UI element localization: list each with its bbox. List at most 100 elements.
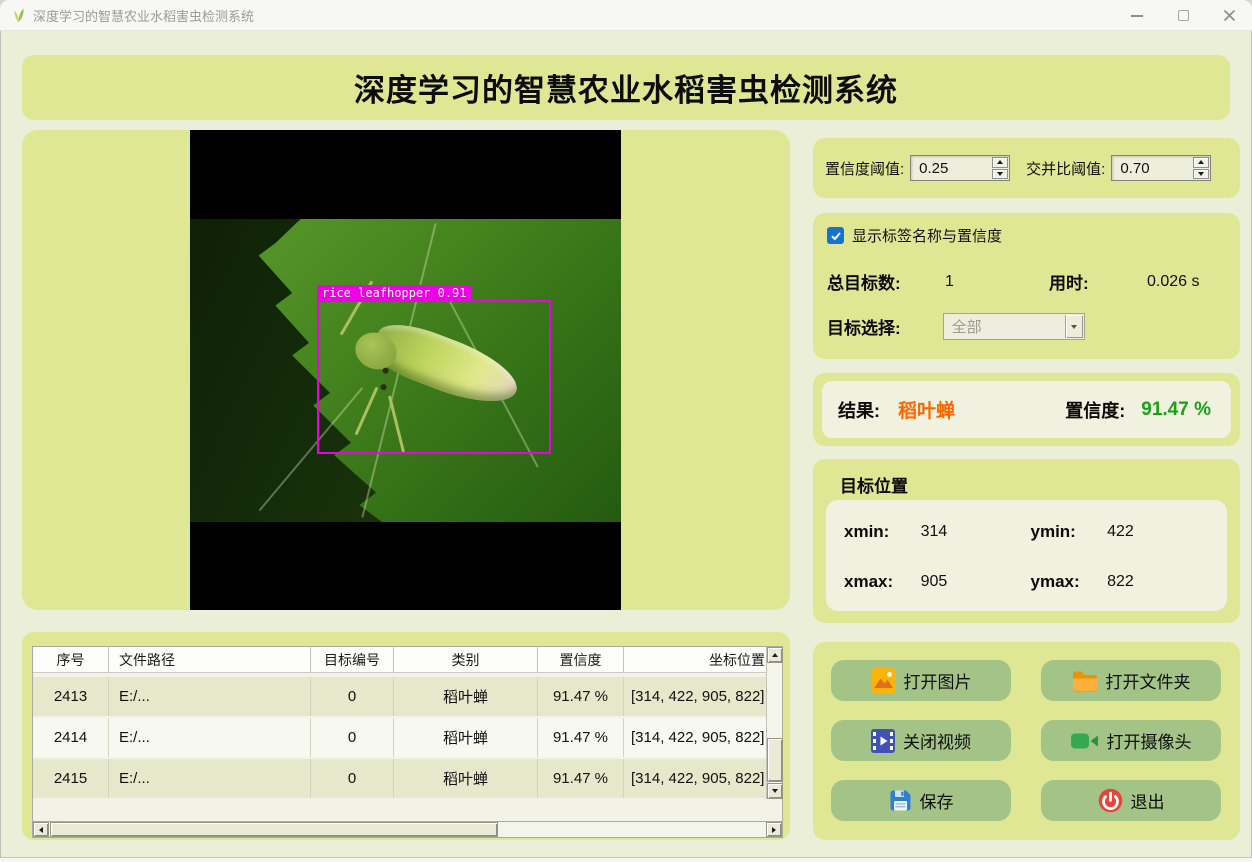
arrow-left-icon bbox=[39, 827, 43, 833]
scroll-right-button[interactable] bbox=[766, 822, 782, 837]
table-row[interactable]: 2415 E:/... 0 稻叶蝉 91.47 % [314, 422, 905… bbox=[33, 759, 767, 798]
exit-label: 退出 bbox=[1131, 788, 1165, 813]
window-title: 深度学习的智慧农业水稻害虫检测系统 bbox=[33, 6, 254, 25]
app-window: 深度学习的智慧农业水稻害虫检测系统 深度学习的智慧农业水稻害虫检测系统 bbox=[0, 0, 1252, 862]
dropdown-arrow-button[interactable] bbox=[1065, 315, 1083, 338]
image-display-panel: rice leafhopper 0.91 bbox=[22, 130, 790, 610]
open-image-button[interactable]: 打开图片 bbox=[831, 660, 1011, 701]
header-banner: 深度学习的智慧农业水稻害虫检测系统 bbox=[22, 55, 1230, 120]
target-position-box: xmin: 314 ymin: 422 xmax: 905 ymax: 822 bbox=[826, 500, 1227, 611]
arrow-up-icon bbox=[997, 160, 1003, 164]
titlebar: 深度学习的智慧农业水稻害虫检测系统 bbox=[0, 0, 1252, 31]
cell-coordinates: [314, 422, 905, 822] bbox=[624, 718, 767, 757]
results-table: 序号 文件路径 目标编号 类别 置信度 坐标位置 2413 E:/... 0 稻… bbox=[32, 646, 783, 822]
cell-index: 2413 bbox=[33, 677, 109, 716]
result-confidence-label: 置信度: bbox=[1065, 397, 1125, 423]
close-button[interactable] bbox=[1206, 0, 1252, 31]
cell-index: 2414 bbox=[33, 718, 109, 757]
power-icon bbox=[1098, 788, 1123, 813]
scroll-up-button[interactable] bbox=[767, 647, 783, 663]
open-folder-button[interactable]: 打开文件夹 bbox=[1041, 660, 1221, 701]
cell-target-id: 0 bbox=[311, 677, 394, 716]
cell-class: 稻叶蝉 bbox=[394, 677, 538, 716]
app-leaf-icon bbox=[12, 7, 25, 23]
confidence-spin-down-button[interactable] bbox=[992, 169, 1008, 180]
detection-image-viewer[interactable]: rice leafhopper 0.91 bbox=[190, 130, 621, 610]
show-labels-checkbox[interactable] bbox=[827, 227, 844, 244]
column-header-filepath[interactable]: 文件路径 bbox=[109, 647, 311, 672]
open-camera-button[interactable]: 打开摄像头 bbox=[1041, 720, 1221, 761]
column-header-confidence[interactable]: 置信度 bbox=[538, 647, 624, 672]
video-film-icon bbox=[871, 729, 895, 753]
result-box: 结果: 稻叶蝉 置信度: 91.47 % bbox=[822, 381, 1231, 438]
arrow-down-icon bbox=[1198, 172, 1204, 176]
elapsed-time-value: 0.026 s bbox=[1121, 273, 1199, 291]
iou-threshold-label: 交并比阈值: bbox=[1026, 158, 1105, 179]
arrow-down-icon bbox=[997, 172, 1003, 176]
cell-filepath: E:/... bbox=[109, 677, 311, 716]
confidence-spin-up-button[interactable] bbox=[992, 157, 1008, 168]
cell-confidence: 91.47 % bbox=[538, 677, 624, 716]
close-video-button[interactable]: 关闭视频 bbox=[831, 720, 1011, 761]
exit-button[interactable]: 退出 bbox=[1041, 780, 1221, 821]
cell-target-id: 0 bbox=[311, 759, 394, 798]
column-header-class[interactable]: 类别 bbox=[394, 647, 538, 672]
result-panel: 结果: 稻叶蝉 置信度: 91.47 % bbox=[813, 373, 1240, 446]
arrow-down-icon bbox=[772, 789, 778, 793]
save-label: 保存 bbox=[920, 788, 954, 813]
show-labels-checkbox-label: 显示标签名称与置信度 bbox=[852, 225, 1002, 246]
minimize-icon bbox=[1131, 15, 1143, 17]
confidence-threshold-value: 0.25 bbox=[911, 160, 948, 177]
cell-coordinates: [314, 422, 905, 822] bbox=[624, 677, 767, 716]
arrow-right-icon bbox=[772, 827, 776, 833]
iou-spin-up-button[interactable] bbox=[1193, 157, 1209, 168]
table-header-row: 序号 文件路径 目标编号 类别 置信度 坐标位置 bbox=[33, 647, 767, 673]
table-h-scrollbar[interactable] bbox=[32, 822, 783, 838]
actions-panel: 打开图片 打开文件夹 关闭视频 打开摄像头 bbox=[813, 642, 1240, 840]
thresholds-panel: 置信度阈值: 0.25 交并比阈值: 0.70 bbox=[813, 138, 1240, 198]
column-header-target-id[interactable]: 目标编号 bbox=[311, 647, 394, 672]
table-row[interactable]: 2414 E:/... 0 稻叶蝉 91.47 % [314, 422, 905… bbox=[33, 718, 767, 757]
confidence-threshold-label: 置信度阈值: bbox=[825, 158, 904, 179]
elapsed-time-label: 用时: bbox=[1049, 269, 1121, 294]
chevron-down-icon bbox=[1071, 325, 1077, 329]
cell-confidence: 91.47 % bbox=[538, 718, 624, 757]
detection-bounding-box: rice leafhopper 0.91 bbox=[317, 300, 551, 454]
ymin-label: ymin: bbox=[1031, 522, 1108, 542]
close-video-label: 关闭视频 bbox=[903, 728, 971, 753]
scroll-left-button[interactable] bbox=[33, 822, 49, 837]
close-icon bbox=[1223, 9, 1236, 22]
column-header-index[interactable]: 序号 bbox=[33, 647, 109, 672]
camera-icon bbox=[1071, 731, 1099, 751]
ymax-label: ymax: bbox=[1031, 572, 1108, 592]
total-targets-value: 1 bbox=[931, 273, 1049, 291]
column-header-coordinates[interactable]: 坐标位置 bbox=[624, 647, 767, 672]
open-image-label: 打开图片 bbox=[904, 668, 972, 693]
v-scrollbar-thumb[interactable] bbox=[767, 738, 783, 782]
table-row[interactable]: 2413 E:/... 0 稻叶蝉 91.47 % [314, 422, 905… bbox=[33, 677, 767, 716]
target-position-panel: 目标位置 xmin: 314 ymin: 422 xmax: 905 ymax:… bbox=[813, 459, 1240, 623]
xmax-value: 905 bbox=[921, 573, 1031, 591]
scroll-down-button[interactable] bbox=[767, 783, 783, 799]
maximize-button[interactable] bbox=[1160, 0, 1206, 31]
xmin-value: 314 bbox=[921, 523, 1031, 541]
check-icon bbox=[830, 230, 842, 242]
target-select-label: 目标选择: bbox=[827, 314, 901, 339]
total-targets-label: 总目标数: bbox=[827, 269, 931, 294]
open-camera-label: 打开摄像头 bbox=[1107, 728, 1192, 753]
h-scrollbar-thumb[interactable] bbox=[50, 822, 498, 837]
results-table-panel: 序号 文件路径 目标编号 类别 置信度 坐标位置 2413 E:/... 0 稻… bbox=[22, 632, 790, 840]
target-select-dropdown[interactable]: 全部 bbox=[943, 313, 1085, 340]
arrow-up-icon bbox=[772, 653, 778, 657]
folder-icon bbox=[1072, 670, 1098, 692]
window-bottom-edge bbox=[0, 857, 1252, 862]
iou-threshold-value: 0.70 bbox=[1112, 160, 1149, 177]
page-title: 深度学习的智慧农业水稻害虫检测系统 bbox=[354, 65, 898, 110]
save-button[interactable]: 保存 bbox=[831, 780, 1011, 821]
confidence-threshold-spinbox[interactable]: 0.25 bbox=[910, 155, 1010, 181]
iou-threshold-spinbox[interactable]: 0.70 bbox=[1111, 155, 1211, 181]
table-v-scrollbar[interactable] bbox=[766, 647, 782, 799]
image-icon bbox=[871, 668, 896, 693]
minimize-button[interactable] bbox=[1114, 0, 1160, 31]
iou-spin-down-button[interactable] bbox=[1193, 169, 1209, 180]
